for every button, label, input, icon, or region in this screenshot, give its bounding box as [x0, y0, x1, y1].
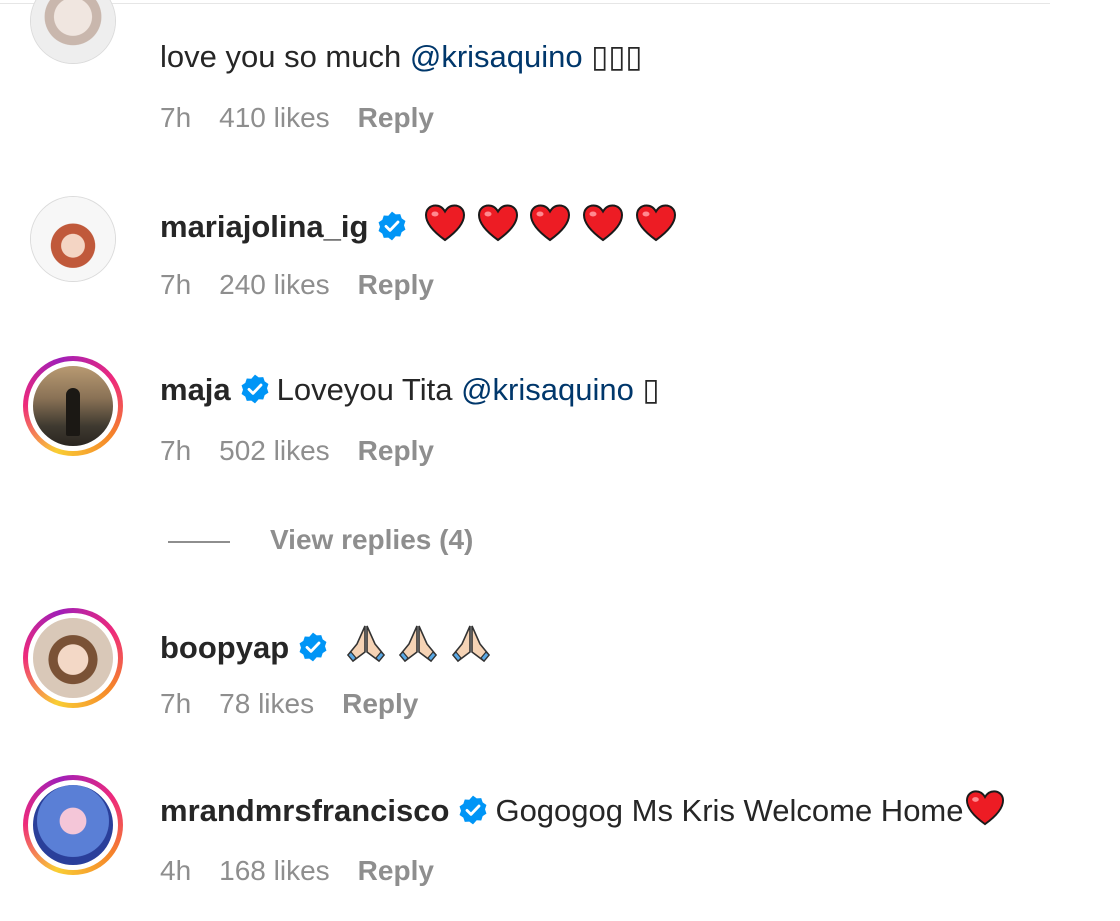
missing-glyph-icons: ▯▯▯	[582, 39, 643, 74]
heart-icon	[635, 204, 676, 242]
comment-text: love you so much @krisaquino ▯▯▯	[160, 37, 642, 77]
timestamp[interactable]: 7h	[160, 435, 191, 466]
timestamp[interactable]: 7h	[160, 688, 191, 719]
comment-body: Loveyou Tita	[276, 372, 462, 407]
comment-meta: 4h 168 likes Reply	[160, 853, 462, 889]
reply-button[interactable]: Reply	[358, 855, 434, 886]
missing-glyph-icon: ▯	[633, 372, 660, 407]
like-count[interactable]: 502 likes	[219, 435, 330, 466]
comment-meta: 7h 78 likes Reply	[160, 686, 446, 722]
comment-text: boopyap	[160, 622, 493, 668]
username[interactable]: mrandmrsfrancisco	[160, 793, 449, 828]
verified-badge-icon	[460, 795, 487, 825]
username[interactable]: boopyap	[160, 630, 289, 665]
top-divider	[0, 0, 1050, 4]
folded-hands-icon	[452, 625, 491, 663]
verified-badge-icon	[241, 374, 269, 404]
view-replies-label: View replies (4)	[270, 524, 474, 555]
mention-link[interactable]: @krisaquino	[410, 39, 583, 74]
heart-icon	[965, 790, 1004, 826]
comment-meta: 7h 410 likes Reply	[160, 100, 462, 136]
reply-button[interactable]: Reply	[342, 688, 418, 719]
timestamp[interactable]: 4h	[160, 855, 191, 886]
heart-icon	[477, 204, 518, 242]
divider-line	[168, 540, 230, 543]
heart-emoji-row	[423, 204, 678, 244]
comment-body: love you so much	[160, 39, 410, 74]
heart-icon	[530, 204, 571, 242]
comment-meta: 7h 502 likes Reply	[160, 433, 462, 469]
reply-button[interactable]: Reply	[358, 435, 434, 466]
avatar[interactable]	[30, 196, 116, 282]
avatar[interactable]	[23, 356, 123, 456]
verified-badge-icon	[299, 632, 327, 662]
heart-icon	[582, 204, 623, 242]
reply-button[interactable]: Reply	[358, 269, 434, 300]
folded-hands-icon	[399, 625, 438, 663]
comment-body: Gogogog Ms Kris Welcome Home	[495, 793, 964, 828]
like-count[interactable]: 410 likes	[219, 102, 330, 133]
view-replies-button[interactable]: View replies (4)	[168, 522, 473, 558]
folded-hands-emoji-row	[344, 625, 493, 665]
like-count[interactable]: 168 likes	[219, 855, 330, 886]
avatar[interactable]	[23, 608, 123, 708]
folded-hands-icon	[346, 625, 385, 663]
mention-link[interactable]: @krisaquino	[461, 372, 634, 407]
avatar[interactable]	[30, 0, 116, 64]
verified-badge-icon	[379, 211, 406, 241]
avatar[interactable]	[23, 775, 123, 875]
username[interactable]: maja	[160, 372, 231, 407]
comment-meta: 7h 240 likes Reply	[160, 267, 462, 303]
timestamp[interactable]: 7h	[160, 269, 191, 300]
like-count[interactable]: 78 likes	[219, 688, 314, 719]
reply-button[interactable]: Reply	[358, 102, 434, 133]
comment-text: maja Loveyou Tita @krisaquino ▯	[160, 370, 660, 410]
timestamp[interactable]: 7h	[160, 102, 191, 133]
heart-icon	[425, 204, 466, 242]
like-count[interactable]: 240 likes	[219, 269, 330, 300]
comment-text: mariajolina_ig	[160, 203, 678, 247]
username[interactable]: mariajolina_ig	[160, 209, 368, 244]
comment-text: mrandmrsfrancisco Gogogog Ms Kris Welcome…	[160, 789, 1006, 831]
